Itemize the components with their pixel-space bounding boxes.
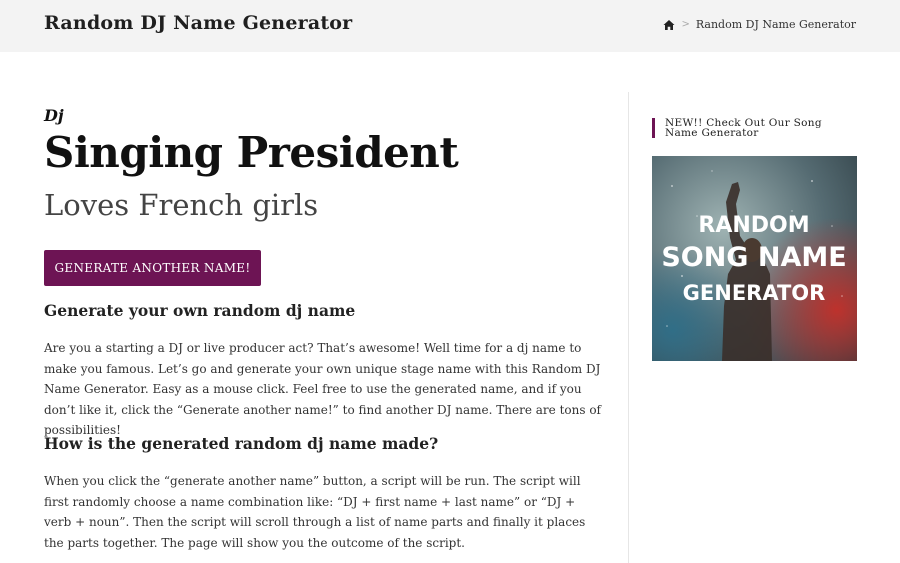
section-body-how-made: When you click the “generate another nam… (44, 474, 586, 550)
dj-prefix: Dj (44, 106, 64, 125)
sidebar-heading[interactable]: NEW!! Check Out Our Song Name Generator (652, 118, 857, 138)
column-divider (628, 92, 629, 563)
site-header: Random DJ Name Generator > Random DJ Nam… (0, 0, 900, 52)
promo-image: RANDOM SONG NAME GENERATOR (652, 156, 857, 361)
breadcrumb-separator: > (681, 19, 690, 30)
section-body-generate: Are you a starting a DJ or live producer… (44, 341, 601, 437)
promo-line-2: SONG NAME (661, 242, 846, 273)
home-icon[interactable] (663, 19, 675, 31)
promo-line-1: RANDOM (698, 213, 809, 238)
generated-tagline: Loves French girls (44, 188, 319, 222)
song-name-generator-promo[interactable]: RANDOM SONG NAME GENERATOR (652, 156, 857, 361)
generate-another-name-button[interactable]: GENERATE ANOTHER NAME! (44, 250, 261, 286)
sidebar: NEW!! Check Out Our Song Name Generator (652, 118, 857, 361)
site-title[interactable]: Random DJ Name Generator (44, 12, 352, 34)
promo-line-3: GENERATOR (683, 281, 826, 305)
section-heading-generate: Generate your own random dj name (44, 301, 356, 320)
section-heading-how-made: How is the generated random dj name made… (44, 434, 439, 453)
generated-dj-name: Singing President (44, 128, 459, 177)
breadcrumb: > Random DJ Name Generator (663, 18, 856, 31)
breadcrumb-current: Random DJ Name Generator (695, 18, 856, 31)
